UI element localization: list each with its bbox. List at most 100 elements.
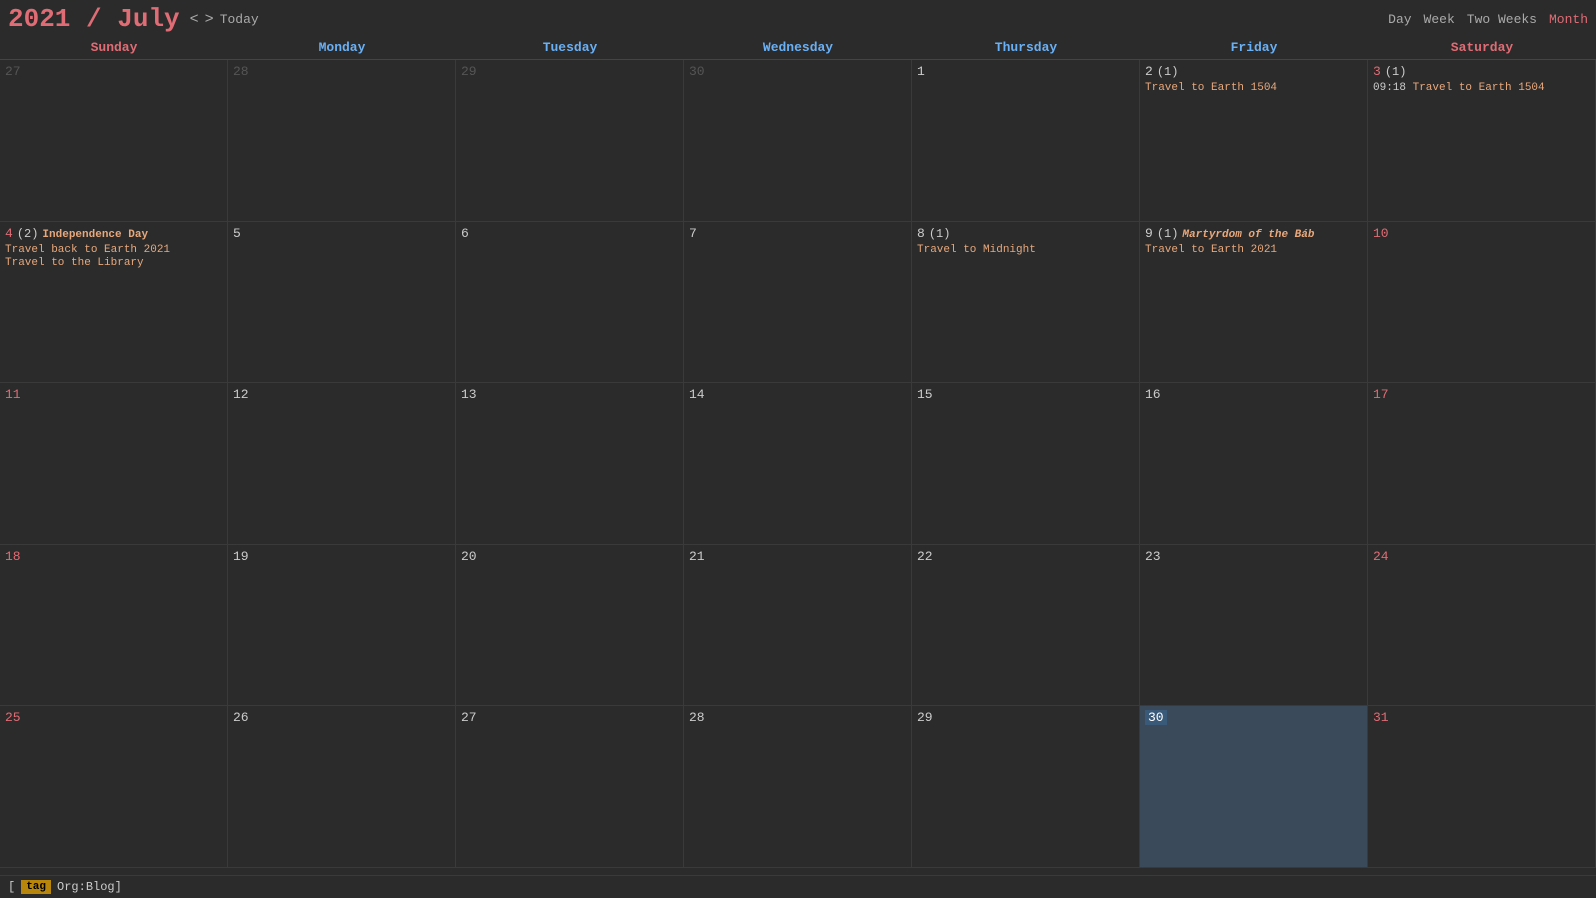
cell-date-number: 27	[5, 64, 21, 79]
calendar-grid: 2728293012(1)Travel to Earth 15043(1)09:…	[0, 60, 1596, 868]
calendar-cell-27[interactable]: 27	[456, 706, 684, 868]
next-button[interactable]: >	[205, 11, 214, 28]
holiday-label: Independence Day	[42, 229, 148, 241]
calendar-cell-18[interactable]: 18	[0, 545, 228, 707]
month-label: July	[117, 4, 179, 34]
cell-date-number: 12	[233, 387, 249, 402]
event-count: (2)	[17, 227, 39, 241]
calendar-cell-4[interactable]: 4 (2) Independence Day Travel back to Eart…	[0, 222, 228, 384]
event-item[interactable]: Travel back to Earth 2021	[5, 244, 222, 256]
calendar-cell-19[interactable]: 19	[228, 545, 456, 707]
tag-badge: tag	[21, 880, 51, 894]
calendar-cell-13[interactable]: 13	[456, 383, 684, 545]
month-view-button[interactable]: Month	[1549, 12, 1588, 27]
cell-date-number: 24	[1373, 549, 1389, 564]
week-view-button[interactable]: Week	[1424, 12, 1455, 27]
cell-date-number: 4	[5, 226, 13, 241]
bottom-bar: [ tag Org:Blog]	[0, 875, 1596, 898]
cell-date-number: 30	[1145, 710, 1167, 725]
cell-date-number: 19	[233, 549, 249, 564]
calendar-cell-20[interactable]: 20	[456, 545, 684, 707]
cell-date-number: 14	[689, 387, 705, 402]
cell-date-number: 31	[1373, 710, 1389, 725]
cell-date-number: 21	[689, 549, 705, 564]
cell-date-number: 16	[1145, 387, 1161, 402]
calendar-cell-16[interactable]: 16	[1140, 383, 1368, 545]
cell-date-number: 29	[917, 710, 933, 725]
calendar-cell-2[interactable]: 2 (1) Travel to Earth 1504	[1140, 60, 1368, 222]
calendar-cell-28-other[interactable]: 28	[228, 60, 456, 222]
calendar-cell-22[interactable]: 22	[912, 545, 1140, 707]
calendar-cell-17[interactable]: 17	[1368, 383, 1596, 545]
event-count: (1)	[1157, 227, 1179, 241]
event-item[interactable]: Travel to Earth 2021	[1145, 244, 1362, 256]
day-header-sunday: Sunday	[0, 36, 228, 59]
cell-date-number: 18	[5, 549, 21, 564]
cell-date-number: 8	[917, 226, 925, 241]
calendar-cell-7[interactable]: 7	[684, 222, 912, 384]
day-header-thursday: Thursday	[912, 36, 1140, 59]
calendar-cell-29-other[interactable]: 29	[456, 60, 684, 222]
cell-date-number: 13	[461, 387, 477, 402]
cell-date-number: 27	[461, 710, 477, 725]
day-view-button[interactable]: Day	[1388, 12, 1411, 27]
calendar-cell-9[interactable]: 9 (1) Martyrdom of the Báb Travel to Earth…	[1140, 222, 1368, 384]
cell-date-number: 6	[461, 226, 469, 241]
calendar-cell-27-other[interactable]: 27	[0, 60, 228, 222]
calendar-cell-31[interactable]: 31	[1368, 706, 1596, 868]
calendar-cell-21[interactable]: 21	[684, 545, 912, 707]
calendar-cell-14[interactable]: 14	[684, 383, 912, 545]
org-blog-text: Org:Blog]	[57, 880, 122, 894]
calendar-cell-29[interactable]: 29	[912, 706, 1140, 868]
calendar-cell-30-other[interactable]: 30	[684, 60, 912, 222]
calendar-cell-30[interactable]: 30	[1140, 706, 1368, 868]
prev-button[interactable]: <	[190, 11, 199, 28]
event-item[interactable]: 09:18 Travel to Earth 1504	[1373, 82, 1590, 94]
cell-date-number: 10	[1373, 226, 1389, 241]
cell-date-number: 3	[1373, 64, 1381, 79]
cell-date-number: 2	[1145, 64, 1153, 79]
day-header-friday: Friday	[1140, 36, 1368, 59]
bottom-bracket-open: [	[8, 880, 15, 894]
calendar-cell-11[interactable]: 11	[0, 383, 228, 545]
page-title: 2021 / July	[8, 4, 180, 34]
day-header-tuesday: Tuesday	[456, 36, 684, 59]
days-header: Sunday Monday Tuesday Wednesday Thursday…	[0, 36, 1596, 60]
calendar-cell-3[interactable]: 3 (1) 09:18 Travel to Earth 1504	[1368, 60, 1596, 222]
event-count: (1)	[1157, 65, 1179, 79]
calendar-cell-10[interactable]: 10	[1368, 222, 1596, 384]
view-selector: Day Week Two Weeks Month	[1388, 12, 1588, 27]
cell-date-number: 30	[689, 64, 705, 79]
today-button[interactable]: Today	[220, 12, 259, 27]
cell-date-number: 1	[917, 64, 925, 79]
day-header-wednesday: Wednesday	[684, 36, 912, 59]
cell-date-number: 15	[917, 387, 933, 402]
calendar-cell-23[interactable]: 23	[1140, 545, 1368, 707]
calendar-cell-6[interactable]: 6	[456, 222, 684, 384]
calendar-cell-25[interactable]: 25	[0, 706, 228, 868]
cell-date-number: 29	[461, 64, 477, 79]
cell-date-number: 25	[5, 710, 21, 725]
cell-date-number: 17	[1373, 387, 1389, 402]
calendar-cell-26[interactable]: 26	[228, 706, 456, 868]
cell-date-number: 7	[689, 226, 697, 241]
calendar-cell-5[interactable]: 5	[228, 222, 456, 384]
calendar-cell-28[interactable]: 28	[684, 706, 912, 868]
event-item[interactable]: Travel to the Library	[5, 257, 222, 269]
event-item[interactable]: Travel to Earth 1504	[1145, 82, 1362, 94]
calendar-cell-1[interactable]: 1	[912, 60, 1140, 222]
calendar-cell-24[interactable]: 24	[1368, 545, 1596, 707]
calendar-cell-15[interactable]: 15	[912, 383, 1140, 545]
cell-date-number: 22	[917, 549, 933, 564]
event-count: (1)	[1385, 65, 1407, 79]
martyrdom-label: Martyrdom of the Báb	[1182, 229, 1314, 241]
calendar-cell-12[interactable]: 12	[228, 383, 456, 545]
cell-date-number: 26	[233, 710, 249, 725]
cell-date-number: 5	[233, 226, 241, 241]
calendar-cell-8[interactable]: 8(1)Travel to Midnight	[912, 222, 1140, 384]
cell-date-number: 11	[5, 387, 21, 402]
two-weeks-view-button[interactable]: Two Weeks	[1467, 12, 1537, 27]
event-item[interactable]: Travel to Midnight	[917, 244, 1134, 256]
year-label: 2021	[8, 4, 70, 34]
cell-date-number: 9	[1145, 226, 1153, 241]
